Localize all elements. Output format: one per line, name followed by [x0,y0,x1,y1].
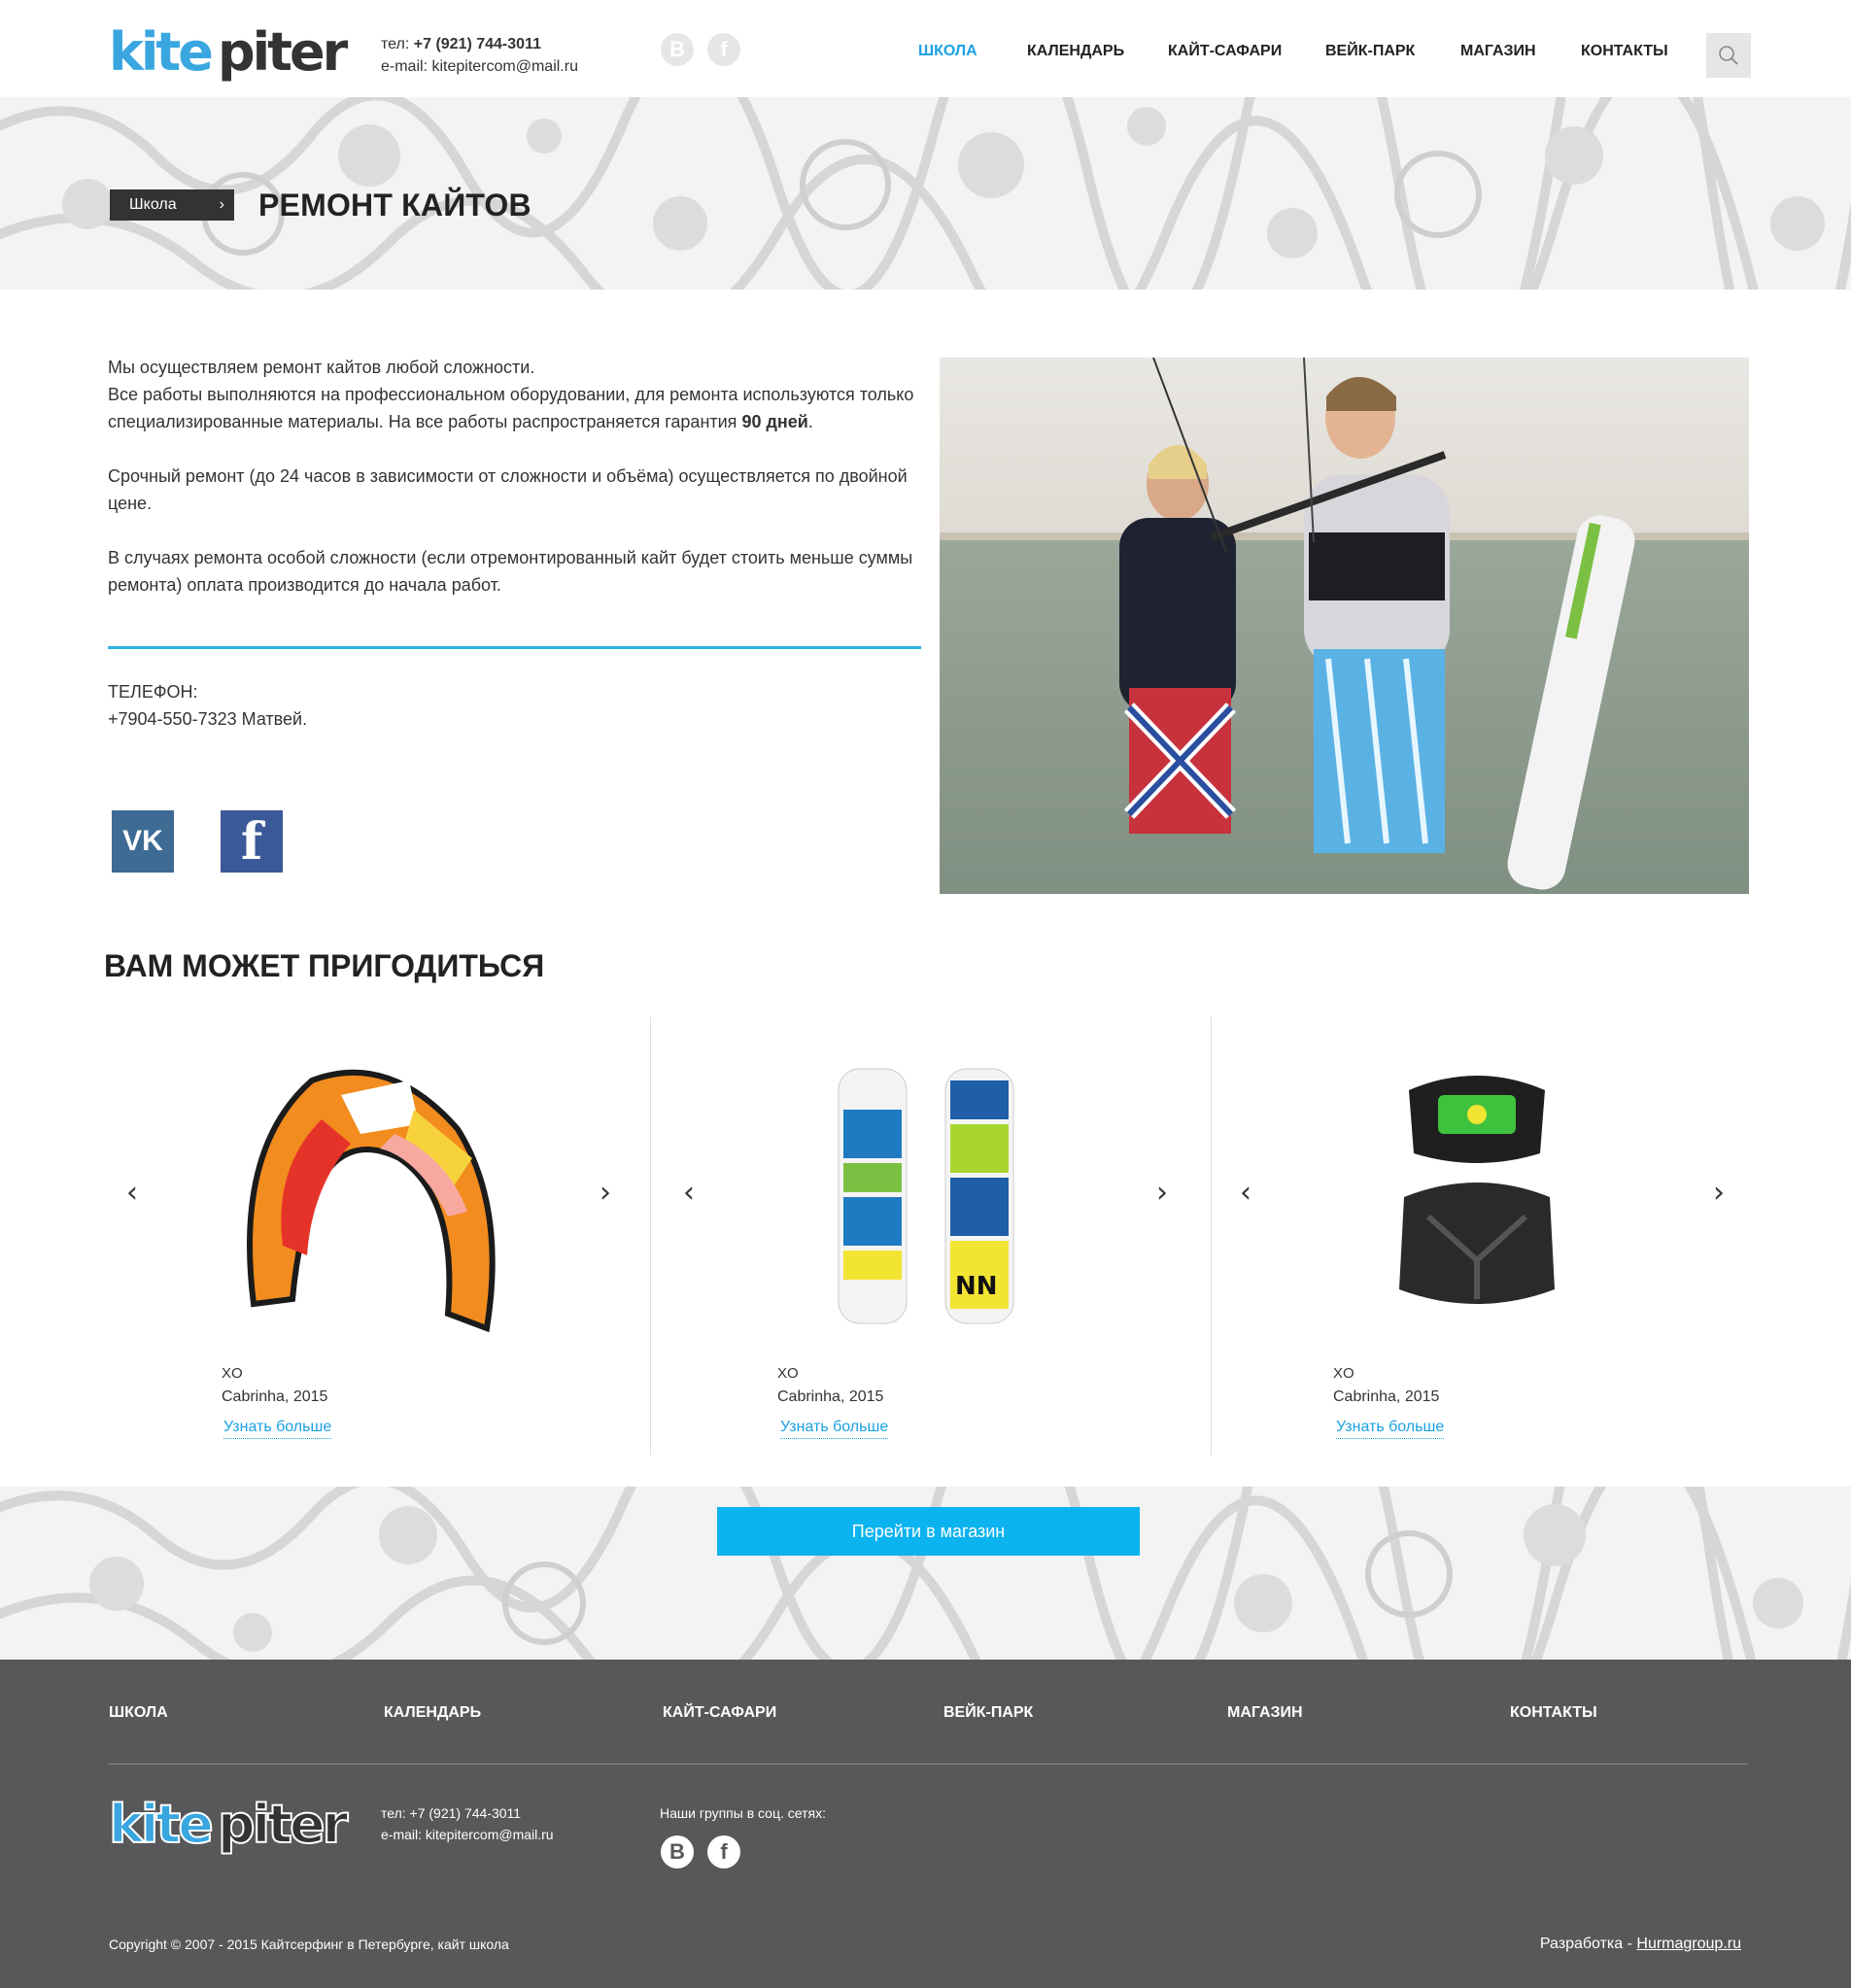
carousel-next-arrow[interactable]: › [1713,1176,1725,1210]
carousel-next-arrow[interactable]: › [600,1176,611,1210]
footer-nav-calendar[interactable]: КАЛЕНДАРЬ [384,1704,481,1722]
facebook-icon[interactable]: f [707,1835,740,1868]
logo-graphic: kite piter [108,1793,353,1856]
site-header: kite piter тел: +7 (921) 744-3011 e-mail… [0,0,1851,97]
footer-nav-wake-park[interactable]: ВЕЙК-ПАРК [943,1704,1033,1722]
footer-nav-school[interactable]: ШКОЛА [109,1704,168,1722]
svg-text:piter: piter [218,1794,349,1855]
vk-icon[interactable]: В [661,1835,694,1868]
paragraph-3: В случаях ремонта особой сложности (если… [108,548,913,595]
content-divider [108,646,921,649]
footer-phone[interactable]: тел: +7 (921) 744-3011 [381,1802,554,1824]
product-image[interactable] [1331,1051,1623,1343]
facebook-share-icon[interactable]: f [221,810,283,873]
learn-more-link[interactable]: Узнать больше [1336,1419,1445,1439]
product-image[interactable]: NN [785,1051,1077,1343]
vk-share-icon[interactable]: VK [112,810,174,873]
warranty-days: 90 дней [741,412,808,431]
breadcrumb[interactable]: Школа › [110,189,234,221]
product-name: XO [777,1365,799,1382]
product-name: XO [1333,1365,1354,1382]
social-groups-label: Наши группы в соц. сетях: [660,1805,826,1821]
footer-logo[interactable]: kite piter [108,1793,353,1860]
carousel-prev-arrow[interactable]: ‹ [1240,1176,1251,1210]
column-divider [650,1016,651,1456]
p1-line1: Мы осуществляем ремонт кайтов любой слож… [108,358,535,377]
harness-image-icon [1399,1076,1555,1304]
footer-nav-shop[interactable]: МАГАЗИН [1227,1704,1303,1722]
carousel-prev-arrow[interactable]: ‹ [126,1176,138,1210]
nav-contacts[interactable]: КОНТАКТЫ [1581,43,1668,60]
carousel-next-arrow[interactable]: › [1156,1176,1168,1210]
developer-link[interactable]: Hurmagroup.ru [1636,1936,1741,1952]
nav-school[interactable]: ШКОЛА [918,43,977,60]
copyright: Copyright © 2007 - 2015 Кайтсерфинг в Пе… [109,1937,509,1952]
breadcrumb-label: Школа [129,196,177,213]
go-to-shop-button[interactable]: Перейти в магазин [717,1507,1140,1556]
nav-calendar[interactable]: КАЛЕНДАРЬ [1027,43,1124,60]
paragraph-2: Срочный ремонт (до 24 часов в зависимост… [108,466,908,513]
svg-text:kite: kite [109,1794,212,1855]
p1-end: . [807,412,813,431]
footer-divider [108,1764,1748,1765]
product-brand: Cabrinha, 2015 [1333,1388,1440,1405]
svg-text:NN: NN [955,1272,998,1301]
carousel-prev-arrow[interactable]: ‹ [683,1176,695,1210]
learn-more-link[interactable]: Узнать больше [780,1419,889,1439]
footer-email[interactable]: e-mail: kitepitercom@mail.ru [381,1824,554,1845]
footer-social: В f [661,1835,740,1868]
footer-contacts: тел: +7 (921) 744-3011 e-mail: kitepiter… [381,1802,554,1845]
header-banner: Школа › РЕМОНТ КАЙТОВ [0,97,1851,290]
kite-repair-photo [940,358,1749,894]
nav-shop[interactable]: МАГАЗИН [1460,43,1536,60]
phone-value[interactable]: +7904-550-7323 Матвей. [108,705,307,733]
paragraph-1: Мы осуществляем ремонт кайтов любой слож… [108,354,924,435]
product-name: XO [222,1365,243,1382]
product-image[interactable] [224,1051,516,1343]
kite-image-icon [247,1069,496,1333]
nav-wake-park[interactable]: ВЕЙК-ПАРК [1325,43,1415,60]
chevron-right-icon: › [219,196,224,213]
board-image-icon: NN [838,1068,1014,1324]
footer-nav-contacts[interactable]: КОНТАКТЫ [1510,1704,1597,1722]
phone-block: ТЕЛЕФОН: +7904-550-7323 Матвей. [108,678,307,733]
main-nav: ШКОЛА КАЛЕНДАРЬ КАЙТ-САФАРИ ВЕЙК-ПАРК МА… [0,43,1851,62]
learn-more-link[interactable]: Узнать больше [223,1419,332,1439]
photo-illustration [940,358,1749,894]
article-text: Мы осуществляем ремонт кайтов любой слож… [108,354,924,626]
product-brand: Cabrinha, 2015 [777,1388,884,1405]
nav-kite-safari[interactable]: КАЙТ-САФАРИ [1168,43,1282,60]
related-title: ВАМ МОЖЕТ ПРИГОДИТЬСЯ [104,948,545,983]
phone-heading: ТЕЛЕФОН: [108,682,198,702]
search-icon [1719,46,1738,65]
footer-nav-kite-safari[interactable]: КАЙТ-САФАРИ [663,1704,776,1722]
search-button[interactable] [1706,33,1751,78]
page-title: РЕМОНТ КАЙТОВ [258,188,531,223]
product-brand: Cabrinha, 2015 [222,1388,328,1405]
column-divider [1211,1016,1212,1456]
developer-label: Разработка - [1539,1936,1637,1952]
developer-credit: Разработка - Hurmagroup.ru [1540,1936,1741,1953]
